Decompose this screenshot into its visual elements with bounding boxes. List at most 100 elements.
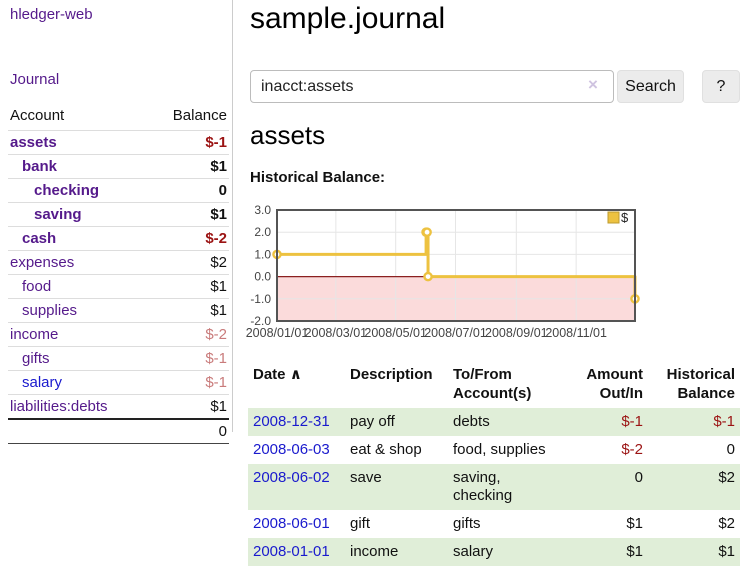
account-link[interactable]: salary — [22, 374, 62, 391]
register-description: income — [345, 538, 448, 566]
register-header-amount-out-in: Amount Out/In — [568, 362, 648, 408]
register-description: save — [345, 464, 448, 510]
accounts-header-row: Account Balance — [8, 104, 229, 131]
register-date-link[interactable]: 2008-06-01 — [253, 515, 330, 532]
account-row: food $1 — [8, 275, 229, 299]
account-link[interactable]: checking — [34, 182, 99, 199]
search-input[interactable] — [250, 70, 614, 103]
register-balance: 0 — [648, 436, 740, 464]
register-date-link[interactable]: 2008-01-01 — [253, 543, 330, 560]
account-link[interactable]: income — [10, 326, 58, 343]
account-row: cash $-2 — [8, 227, 229, 251]
register-amount: $1 — [568, 510, 648, 538]
account-name-cell: expenses — [8, 251, 148, 275]
register-date-cell: 2008-12-31 — [248, 408, 345, 436]
svg-text:0.0: 0.0 — [254, 270, 271, 284]
register-amount: $1 — [568, 538, 648, 566]
account-link[interactable]: supplies — [22, 302, 77, 319]
register-row: 2008-12-31pay offdebts$-1$-1 — [248, 408, 740, 436]
register-amount: 0 — [568, 464, 648, 510]
account-link[interactable]: gifts — [22, 350, 50, 367]
register-row: 2008-06-03 eat & shopfood, supplies$-20 — [248, 436, 740, 464]
register-description: eat & shop — [345, 436, 448, 464]
account-row: assets $-1 — [8, 131, 229, 155]
register-header-historical-balance: Historical Balance — [648, 362, 740, 408]
accounts-total-row: 0 — [8, 419, 229, 444]
account-link[interactable]: expenses — [10, 254, 74, 271]
account-link[interactable]: cash — [22, 230, 56, 247]
accounts-total-spacer — [8, 419, 148, 444]
register-row: 2008-06-01giftgifts$1$2 — [248, 510, 740, 538]
account-link[interactable]: food — [22, 278, 51, 295]
search-help-button[interactable]: ? — [702, 70, 740, 103]
register-accounts: food, supplies — [448, 436, 568, 464]
svg-text:2008/09/01: 2008/09/01 — [485, 326, 548, 340]
account-heading: assets — [250, 120, 325, 151]
account-name-cell: saving — [8, 203, 148, 227]
sidebar-item-journal[interactable]: Journal — [10, 71, 59, 88]
clear-search-icon[interactable]: × — [588, 75, 598, 95]
register-date-cell: 2008-06-01 — [248, 510, 345, 538]
account-row: income$-2 — [8, 323, 229, 347]
account-balance: $1 — [148, 299, 229, 323]
account-balance: $-1 — [148, 347, 229, 371]
account-link[interactable]: assets — [10, 134, 57, 151]
account-name-cell: bank — [8, 155, 148, 179]
register-date-cell: 2008-06-02 — [248, 464, 345, 510]
svg-text:2.0: 2.0 — [254, 225, 271, 239]
svg-text:2008/07/01: 2008/07/01 — [424, 326, 487, 340]
search-button[interactable]: Search — [617, 70, 684, 103]
chart-canvas: 3.02.01.00.0-1.0-2.02008/01/012008/03/01… — [240, 203, 742, 343]
svg-text:2008/03/01: 2008/03/01 — [305, 326, 368, 340]
account-link[interactable]: bank — [22, 158, 57, 175]
page-title: sample.journal — [250, 2, 445, 36]
account-balance: $-2 — [148, 227, 229, 251]
register-balance: $-1 — [648, 408, 740, 436]
svg-text:-1.0: -1.0 — [250, 292, 271, 306]
register-description: pay off — [345, 408, 448, 436]
account-row: liabilities:debts $1 — [8, 395, 229, 420]
account-link[interactable]: saving — [34, 206, 82, 223]
account-row: bank $1 — [8, 155, 229, 179]
register-balance: $2 — [648, 464, 740, 510]
register-header-date[interactable]: Date ∧ — [248, 362, 345, 408]
account-name-cell: assets — [8, 131, 148, 155]
account-balance: $-1 — [148, 131, 229, 155]
svg-text:$: $ — [621, 210, 629, 225]
account-row: saving$1 — [8, 203, 229, 227]
account-name-cell: salary — [8, 371, 148, 395]
account-balance: $1 — [148, 395, 229, 420]
account-balance: $1 — [148, 155, 229, 179]
account-name-cell: checking — [8, 179, 148, 203]
account-link[interactable]: liabilities:debts — [10, 398, 108, 415]
register-table: Date ∧DescriptionTo/From Account(s)Amoun… — [248, 362, 740, 566]
accounts-header-account: Account — [8, 104, 148, 131]
svg-text:2008/05/01: 2008/05/01 — [364, 326, 427, 340]
account-balance: $1 — [148, 275, 229, 299]
register-date-link[interactable]: 2008-06-02 — [253, 469, 330, 486]
register-accounts: saving, checking — [448, 464, 568, 510]
accounts-total-value: 0 — [148, 419, 229, 444]
register-amount: $-1 — [568, 408, 648, 436]
svg-text:3.0: 3.0 — [254, 203, 271, 217]
account-name-cell: food — [8, 275, 148, 299]
account-name-cell: income — [8, 323, 148, 347]
account-row: salary$-1 — [8, 371, 229, 395]
account-balance: $2 — [148, 251, 229, 275]
account-balance: 0 — [148, 179, 229, 203]
register-amount: $-2 — [568, 436, 648, 464]
register-header-to-from-account-s-: To/From Account(s) — [448, 362, 568, 408]
svg-text:1.0: 1.0 — [254, 247, 271, 261]
account-name-cell: liabilities:debts — [8, 395, 148, 420]
register-accounts: debts — [448, 408, 568, 436]
account-name-cell: supplies — [8, 299, 148, 323]
register-date-link[interactable]: 2008-06-03 — [253, 441, 330, 458]
app-title-link[interactable]: hledger-web — [10, 6, 93, 23]
register-balance: $2 — [648, 510, 740, 538]
accounts-table: Account Balance assets $-1 bank $1 checking 0… — [8, 104, 229, 444]
account-name-cell: cash — [8, 227, 148, 251]
register-date-cell: 2008-06-03 — [248, 436, 345, 464]
account-row: supplies $1 — [8, 299, 229, 323]
register-date-link[interactable]: 2008-12-31 — [253, 413, 330, 430]
register-header-description: Description — [345, 362, 448, 408]
